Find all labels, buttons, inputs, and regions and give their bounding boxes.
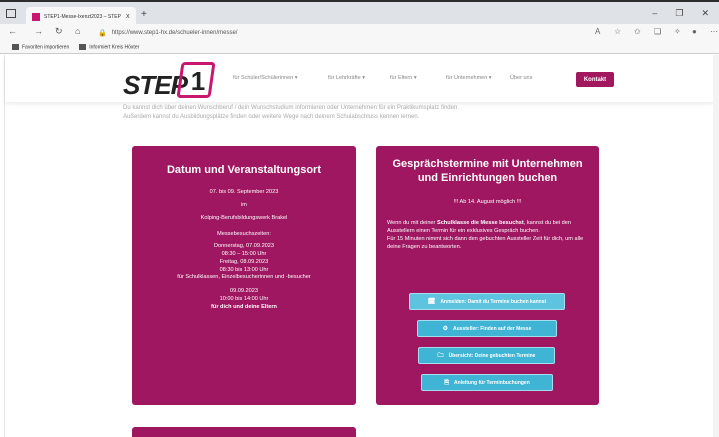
saturday-note: für dich und deine Eltern bbox=[211, 303, 277, 310]
restore-button[interactable]: ❐ bbox=[675, 8, 683, 19]
window-menu-icon[interactable] bbox=[6, 9, 16, 18]
document-icon: 🗎 bbox=[444, 379, 450, 386]
bookmark-import[interactable]: Favoriten importieren bbox=[12, 43, 69, 50]
new-tab-button[interactable]: + bbox=[141, 9, 147, 20]
page-scrollbar[interactable] bbox=[713, 55, 719, 437]
favorite-star-icon[interactable]: ☆ bbox=[614, 27, 621, 36]
bookmarks-bar: Favoriten importieren Informiert Kreis H… bbox=[0, 41, 719, 54]
home-icon[interactable]: ⌂ bbox=[75, 26, 80, 36]
anmelden-button-label: Anmelden: Damit du Termine buchen kannst bbox=[440, 298, 547, 305]
back-icon[interactable]: ← bbox=[8, 26, 17, 36]
calendar-icon: 🗓 bbox=[427, 299, 436, 305]
close-tab-icon[interactable]: x bbox=[126, 13, 130, 20]
menu-item-lehrkraefte[interactable]: für Lehrkräfte ▾ bbox=[328, 75, 390, 81]
import-icon bbox=[12, 43, 19, 50]
address-bar-row: ← → ↻ ⌂ 🔒 https://www.step1-hx.de/schuel… bbox=[0, 24, 719, 41]
intro-text: Du kannst dich über deinen Wunschberuf /… bbox=[123, 104, 643, 122]
booking-text: Wenn du mit deiner Schulklasse die Messe… bbox=[387, 219, 571, 234]
booking-highlight: !!! Ab 14. August möglich !!! bbox=[453, 199, 522, 205]
folder-icon bbox=[79, 43, 87, 50]
browser-window: STEP1-Messe-Ixenzt2023 – STEP 1 x + – ❐ … bbox=[0, 0, 719, 437]
hours-title: Messebesuchszeiten: bbox=[217, 231, 271, 238]
hours-line: für Schulklassen, Einzelbesucherinnen un… bbox=[177, 274, 311, 281]
menu-item-ueber-uns[interactable]: Über uns bbox=[510, 75, 532, 81]
logo-number-box: 1 bbox=[176, 62, 216, 98]
uebersicht-button[interactable]: 🗀 Übersicht: Deine gebuchten Termine bbox=[418, 347, 555, 364]
url-text: https://www.step1-hx.de/schueler-innen/m… bbox=[111, 30, 238, 36]
minimize-button[interactable]: – bbox=[652, 8, 657, 19]
intro-line-1: Du kannst dich über deinen Wunschberuf /… bbox=[123, 105, 459, 111]
profile-icon[interactable]: ● bbox=[692, 27, 697, 36]
bookmark-kreis[interactable]: Informiert Kreis Höxter bbox=[79, 43, 139, 50]
url-field[interactable]: 🔒 https://www.step1-hx.de/schueler-innen… bbox=[98, 27, 598, 39]
tab-title: STEP1-Messe-Ixenzt2023 – STEP 1 bbox=[44, 13, 122, 20]
main-menu: für Schüler/Schülerinnen ▾ für Lehrkräft… bbox=[233, 75, 532, 81]
folder-icon: 🗀 bbox=[437, 352, 444, 359]
menu-item-schueler[interactable]: für Schüler/Schülerinnen ▾ bbox=[233, 75, 328, 81]
booking-card: Gesprächstermine mit Unternehmen und Ein… bbox=[376, 146, 599, 405]
anleitung-button-label: Anleitung für Terminbuchungen bbox=[454, 379, 530, 386]
menu-item-eltern[interactable]: für Eltern ▾ bbox=[390, 75, 446, 81]
hours-line: 08:30 bis 13:00 Uhr bbox=[219, 266, 269, 273]
kontakt-button[interactable]: Kontakt bbox=[576, 72, 614, 87]
saturday-block: 09.09.2023 10:00 bis 14:00 Uhr für dich … bbox=[132, 288, 356, 311]
hours-line: Freitag, 08.09.2023 bbox=[219, 258, 269, 265]
hours-list: Donnerstag, 07.09.2023 08:30 – 15:00 Uhr… bbox=[132, 243, 356, 282]
aussteller-button[interactable]: ⚙ Aussteller: Finden auf der Messe bbox=[417, 320, 557, 337]
reload-icon[interactable]: ↻ bbox=[55, 26, 63, 37]
event-dates: 07. bis 09. September 2023 bbox=[209, 189, 279, 195]
favorites-icon[interactable]: ✩ bbox=[634, 27, 641, 36]
extensions-icon[interactable]: ✧ bbox=[674, 27, 681, 36]
event-card: Datum und Veranstaltungsort 07. bis 09. … bbox=[132, 146, 356, 405]
web-page: STEP 1 für Schüler/Schülerinnen ▾ für Le… bbox=[4, 55, 714, 437]
event-venue: Kolping-Berufsbildungswerk Brakel bbox=[200, 214, 288, 221]
menu-item-unternehmen[interactable]: für Unternehmen ▾ bbox=[446, 75, 510, 81]
gear-icon: ⚙ bbox=[442, 326, 449, 332]
close-window-button[interactable]: ✕ bbox=[701, 8, 709, 19]
event-card-title: Datum und Veranstaltungsort bbox=[166, 164, 322, 176]
logo-number: 1 bbox=[190, 66, 206, 96]
anleitung-button[interactable]: 🗎 Anleitung für Terminbuchungen bbox=[421, 374, 553, 391]
hours-line: 08:30 – 15:00 Uhr bbox=[221, 250, 267, 257]
favicon-icon bbox=[32, 12, 40, 21]
intro-line-2: Außerdem kannst du Ausbildungsplätze fin… bbox=[123, 114, 420, 120]
more-icon[interactable]: ⋯ bbox=[710, 27, 718, 36]
step1-logo[interactable]: STEP 1 bbox=[123, 61, 218, 101]
read-aloud-icon[interactable]: A bbox=[595, 27, 600, 36]
lock-icon: 🔒 bbox=[98, 30, 107, 37]
anmelden-button[interactable]: 🗓 Anmelden: Damit du Termine buchen kann… bbox=[409, 293, 565, 310]
window-controls: – ❐ ✕ bbox=[652, 8, 709, 19]
collections-icon[interactable]: ❏ bbox=[654, 27, 661, 36]
forward-icon[interactable]: → bbox=[34, 26, 43, 36]
tab-bar: STEP1-Messe-Ixenzt2023 – STEP 1 x + – ❐ … bbox=[0, 0, 719, 26]
booking-card-title: Gesprächstermine mit Unternehmen und Ein… bbox=[392, 158, 583, 184]
uebersicht-button-label: Übersicht: Deine gebuchten Termine bbox=[448, 352, 536, 359]
site-header: STEP 1 für Schüler/Schülerinnen ▾ für Le… bbox=[5, 55, 714, 102]
aussteller-button-label: Aussteller: Finden auf der Messe bbox=[453, 325, 532, 332]
booking-text-2: Für 15 Minuten nimmt sich dann den gebuc… bbox=[387, 236, 584, 251]
hours-line: Donnerstag, 07.09.2023 bbox=[213, 243, 275, 250]
saturday-date: 09.09.2023 bbox=[230, 288, 258, 295]
event-in: im bbox=[241, 201, 247, 208]
next-card bbox=[132, 427, 356, 437]
saturday-time: 10:00 bis 14:00 Uhr bbox=[219, 295, 269, 302]
